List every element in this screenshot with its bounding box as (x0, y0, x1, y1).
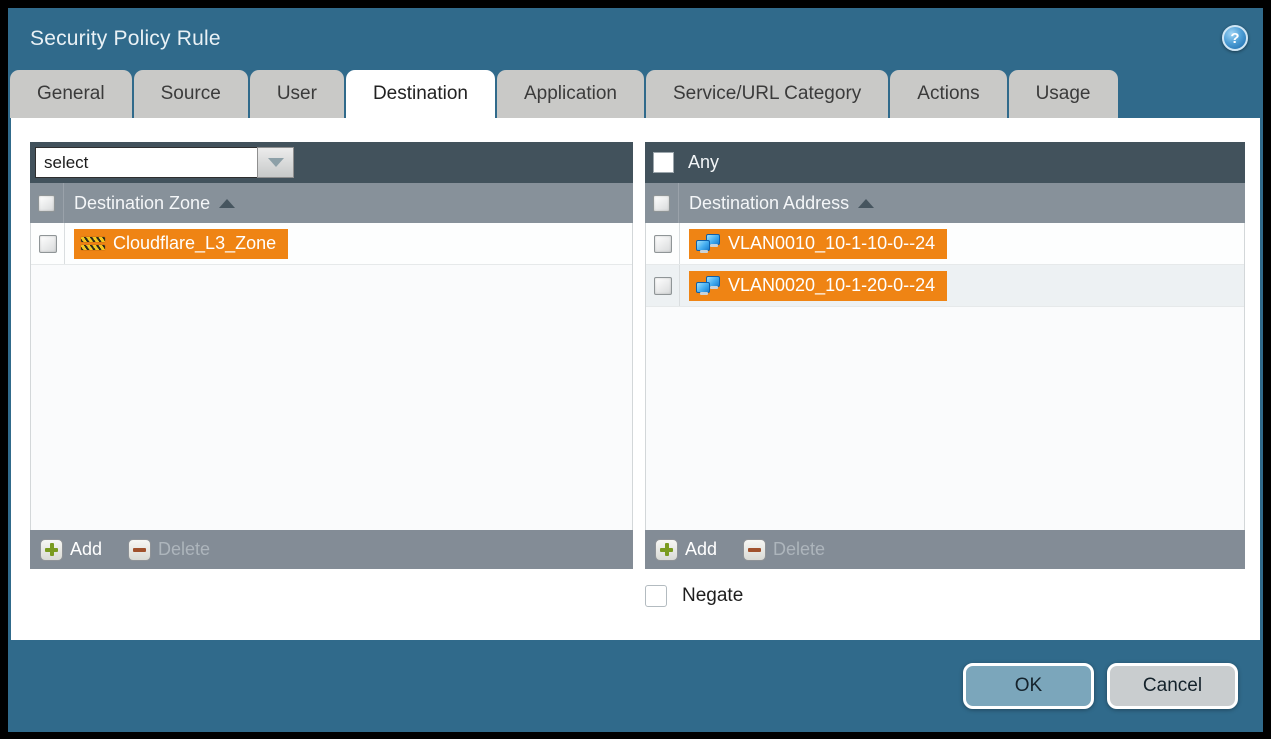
address-entry-label: VLAN0010_10-1-10-0--24 (728, 233, 935, 254)
zone-filter-dropdown-button[interactable] (257, 147, 294, 178)
row-checkbox[interactable] (654, 235, 672, 253)
minus-icon (128, 539, 151, 561)
table-row: VLAN0020_10-1-20-0--24 (646, 265, 1244, 307)
tab-service-url-category[interactable]: Service/URL Category (646, 70, 888, 118)
delete-address-button[interactable]: Delete (743, 539, 825, 561)
tab-usage[interactable]: Usage (1009, 70, 1118, 118)
tab-source[interactable]: Source (134, 70, 248, 118)
zone-entry[interactable]: Cloudflare_L3_Zone (74, 229, 288, 259)
zone-entry-label: Cloudflare_L3_Zone (113, 233, 276, 254)
destination-tab-content: Destination Zone Cloudflare_L3_Zone (11, 118, 1260, 640)
ok-button[interactable]: OK (963, 663, 1094, 709)
negate-option: Negate (645, 585, 743, 607)
plus-icon (655, 539, 678, 561)
table-row: Cloudflare_L3_Zone (31, 223, 632, 265)
add-zone-button[interactable]: Add (40, 539, 102, 561)
zone-panel-footer: Add Delete (30, 530, 633, 569)
delete-zone-button[interactable]: Delete (128, 539, 210, 561)
address-list: VLAN0010_10-1-10-0--24 VLAN0020_10-1-20-… (645, 223, 1245, 530)
destination-address-panel: Any Destination Address (645, 142, 1245, 569)
row-checkbox[interactable] (654, 277, 672, 295)
zone-column-header: Destination Zone (30, 183, 633, 223)
zone-filter-combobox (35, 147, 294, 178)
chevron-down-icon (268, 158, 284, 167)
minus-icon (743, 539, 766, 561)
add-address-button[interactable]: Add (655, 539, 717, 561)
zone-filter-bar (30, 142, 633, 183)
dialog-title: Security Policy Rule (30, 27, 221, 51)
zone-select-all-cell (30, 183, 64, 223)
zone-icon (81, 236, 105, 252)
zone-filter-input[interactable] (35, 147, 257, 178)
row-checkbox[interactable] (39, 235, 57, 253)
tab-general[interactable]: General (10, 70, 132, 118)
zone-column-title[interactable]: Destination Zone (74, 193, 210, 214)
dialog-titlebar: Security Policy Rule ? (8, 8, 1263, 70)
address-select-all-checkbox[interactable] (653, 195, 670, 212)
plus-icon (40, 539, 63, 561)
destination-zone-panel: Destination Zone Cloudflare_L3_Zone (30, 142, 633, 569)
dialog-action-bar: OK Cancel (8, 640, 1263, 732)
sort-ascending-icon[interactable] (858, 199, 874, 208)
address-entry[interactable]: VLAN0020_10-1-20-0--24 (689, 271, 947, 301)
any-checkbox[interactable] (653, 152, 674, 173)
help-icon[interactable]: ? (1222, 25, 1248, 51)
tab-bar: General Source User Destination Applicat… (8, 70, 1263, 118)
tab-user[interactable]: User (250, 70, 344, 118)
sort-ascending-icon[interactable] (219, 199, 235, 208)
address-column-header: Destination Address (645, 183, 1245, 223)
negate-checkbox[interactable] (645, 585, 667, 607)
address-icon (696, 276, 720, 295)
tab-actions[interactable]: Actions (890, 70, 1006, 118)
table-row: VLAN0010_10-1-10-0--24 (646, 223, 1244, 265)
address-panel-footer: Add Delete (645, 530, 1245, 569)
address-column-title[interactable]: Destination Address (689, 193, 849, 214)
zone-select-all-checkbox[interactable] (38, 195, 55, 212)
tab-application[interactable]: Application (497, 70, 644, 118)
tab-destination[interactable]: Destination (346, 70, 495, 118)
any-address-bar: Any (645, 142, 1245, 183)
security-policy-rule-dialog: Security Policy Rule ? General Source Us… (8, 8, 1263, 732)
cancel-button[interactable]: Cancel (1107, 663, 1238, 709)
negate-label: Negate (682, 585, 743, 607)
address-icon (696, 234, 720, 253)
address-entry-label: VLAN0020_10-1-20-0--24 (728, 275, 935, 296)
address-entry[interactable]: VLAN0010_10-1-10-0--24 (689, 229, 947, 259)
zone-list: Cloudflare_L3_Zone (30, 223, 633, 530)
any-label: Any (688, 152, 719, 173)
address-select-all-cell (645, 183, 679, 223)
